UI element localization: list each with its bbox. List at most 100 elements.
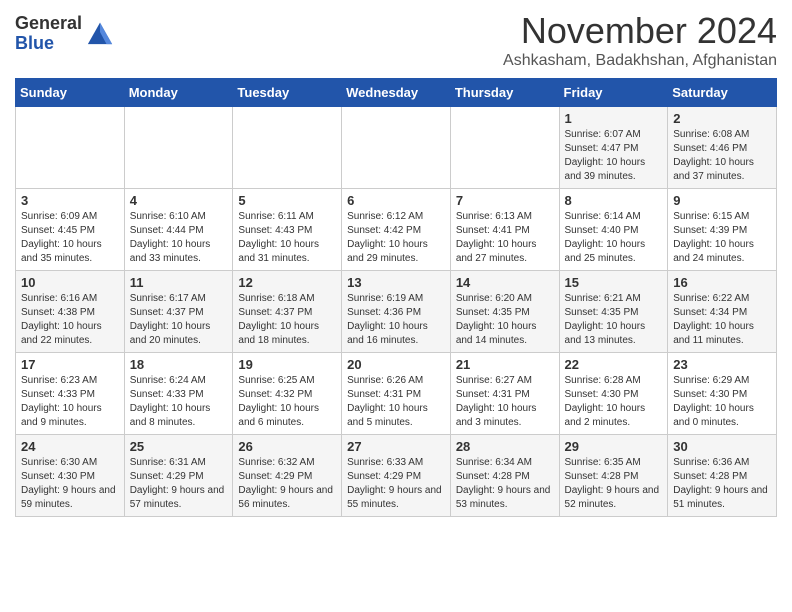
calendar-cell: 24 Sunrise: 6:30 AM Sunset: 4:30 PM Dayli… [16,435,125,517]
calendar-cell: 8 Sunrise: 6:14 AM Sunset: 4:40 PM Daylig… [559,189,668,271]
calendar-cell: 21 Sunrise: 6:27 AM Sunset: 4:31 PM Dayli… [450,353,559,435]
day-number: 8 [565,193,663,208]
day-info: Sunrise: 6:13 AM Sunset: 4:41 PM Dayligh… [456,210,554,266]
day-info: Sunrise: 6:36 AM Sunset: 4:28 PM Dayligh… [673,456,771,512]
day-number: 4 [130,193,228,208]
day-info: Sunrise: 6:24 AM Sunset: 4:33 PM Dayligh… [130,374,228,430]
calendar-cell: 22Sunrise: 6:28 AM Sunset: 4:30 PM Dayli… [559,353,668,435]
calendar-cell [450,107,559,189]
calendar-week-4: 17 Sunrise: 6:23 AM Sunset: 4:33 PM Dayli… [16,353,777,435]
calendar-cell: 9 Sunrise: 6:15 AM Sunset: 4:39 PM Daylig… [668,189,777,271]
day-info: Sunrise: 6:07 AM Sunset: 4:47 PM Dayligh… [565,128,663,184]
calendar-table: SundayMondayTuesdayWednesdayThursdayFrid… [15,78,777,517]
day-number: 29 [565,439,663,454]
day-number: 12 [238,275,336,290]
day-info: Sunrise: 6:15 AM Sunset: 4:39 PM Dayligh… [673,210,771,266]
day-info: Sunrise: 6:14 AM Sunset: 4:40 PM Dayligh… [565,210,663,266]
day-number: 19 [238,357,336,372]
day-info: Sunrise: 6:35 AM Sunset: 4:28 PM Dayligh… [565,456,663,512]
calendar-cell: 11Sunrise: 6:17 AM Sunset: 4:37 PM Dayli… [124,271,233,353]
day-info: Sunrise: 6:28 AM Sunset: 4:30 PM Dayligh… [565,374,663,430]
day-info: Sunrise: 6:29 AM Sunset: 4:30 PM Dayligh… [673,374,771,430]
day-header-sunday: Sunday [16,79,125,107]
day-info: Sunrise: 6:12 AM Sunset: 4:42 PM Dayligh… [347,210,445,266]
calendar-cell [233,107,342,189]
day-number: 11 [130,275,228,290]
day-number: 7 [456,193,554,208]
day-number: 14 [456,275,554,290]
day-number: 25 [130,439,228,454]
month-title: November 2024 [503,10,777,52]
day-number: 20 [347,357,445,372]
day-number: 26 [238,439,336,454]
day-number: 13 [347,275,445,290]
calendar-cell: 30 Sunrise: 6:36 AM Sunset: 4:28 PM Dayli… [668,435,777,517]
title-area: November 2024 Ashkasham, Badakhshan, Afg… [503,10,777,70]
calendar-cell: 29 Sunrise: 6:35 AM Sunset: 4:28 PM Dayli… [559,435,668,517]
day-number: 30 [673,439,771,454]
calendar-week-3: 10Sunrise: 6:16 AM Sunset: 4:38 PM Dayli… [16,271,777,353]
day-header-thursday: Thursday [450,79,559,107]
day-info: Sunrise: 6:19 AM Sunset: 4:36 PM Dayligh… [347,292,445,348]
calendar-cell: 7 Sunrise: 6:13 AM Sunset: 4:41 PM Daylig… [450,189,559,271]
day-info: Sunrise: 6:10 AM Sunset: 4:44 PM Dayligh… [130,210,228,266]
calendar-cell [16,107,125,189]
day-info: Sunrise: 6:31 AM Sunset: 4:29 PM Dayligh… [130,456,228,512]
calendar-cell: 10Sunrise: 6:16 AM Sunset: 4:38 PM Dayli… [16,271,125,353]
day-info: Sunrise: 6:18 AM Sunset: 4:37 PM Dayligh… [238,292,336,348]
day-number: 16 [673,275,771,290]
location-title: Ashkasham, Badakhshan, Afghanistan [503,52,777,70]
day-number: 24 [21,439,119,454]
calendar-cell [124,107,233,189]
calendar-cell: 6Sunrise: 6:12 AM Sunset: 4:42 PM Daylig… [342,189,451,271]
day-number: 2 [673,111,771,126]
day-number: 28 [456,439,554,454]
day-header-tuesday: Tuesday [233,79,342,107]
day-number: 5 [238,193,336,208]
day-number: 9 [673,193,771,208]
day-info: Sunrise: 6:32 AM Sunset: 4:29 PM Dayligh… [238,456,336,512]
day-info: Sunrise: 6:30 AM Sunset: 4:30 PM Dayligh… [21,456,119,512]
logo-general: General [15,14,82,34]
calendar-cell: 13 Sunrise: 6:19 AM Sunset: 4:36 PM Dayli… [342,271,451,353]
calendar-cell: 4 Sunrise: 6:10 AM Sunset: 4:44 PM Daylig… [124,189,233,271]
calendar-cell: 17 Sunrise: 6:23 AM Sunset: 4:33 PM Dayli… [16,353,125,435]
calendar-week-2: 3 Sunrise: 6:09 AM Sunset: 4:45 PM Daylig… [16,189,777,271]
day-info: Sunrise: 6:22 AM Sunset: 4:34 PM Dayligh… [673,292,771,348]
calendar-cell: 12 Sunrise: 6:18 AM Sunset: 4:37 PM Dayli… [233,271,342,353]
day-header-friday: Friday [559,79,668,107]
day-info: Sunrise: 6:20 AM Sunset: 4:35 PM Dayligh… [456,292,554,348]
calendar-cell: 2 Sunrise: 6:08 AM Sunset: 4:46 PM Daylig… [668,107,777,189]
day-info: Sunrise: 6:09 AM Sunset: 4:45 PM Dayligh… [21,210,119,266]
day-info: Sunrise: 6:23 AM Sunset: 4:33 PM Dayligh… [21,374,119,430]
day-info: Sunrise: 6:21 AM Sunset: 4:35 PM Dayligh… [565,292,663,348]
day-number: 1 [565,111,663,126]
day-info: Sunrise: 6:26 AM Sunset: 4:31 PM Dayligh… [347,374,445,430]
calendar-cell: 27 Sunrise: 6:33 AM Sunset: 4:29 PM Dayli… [342,435,451,517]
day-number: 27 [347,439,445,454]
day-number: 17 [21,357,119,372]
calendar-cell: 26 Sunrise: 6:32 AM Sunset: 4:29 PM Dayli… [233,435,342,517]
calendar-cell: 19 Sunrise: 6:25 AM Sunset: 4:32 PM Dayli… [233,353,342,435]
day-info: Sunrise: 6:27 AM Sunset: 4:31 PM Dayligh… [456,374,554,430]
calendar-header-row: SundayMondayTuesdayWednesdayThursdayFrid… [16,79,777,107]
calendar-cell: 20 Sunrise: 6:26 AM Sunset: 4:31 PM Dayli… [342,353,451,435]
calendar-week-1: 1 Sunrise: 6:07 AM Sunset: 4:47 PM Daylig… [16,107,777,189]
day-header-monday: Monday [124,79,233,107]
day-number: 21 [456,357,554,372]
calendar-cell: 1 Sunrise: 6:07 AM Sunset: 4:47 PM Daylig… [559,107,668,189]
day-number: 18 [130,357,228,372]
day-info: Sunrise: 6:25 AM Sunset: 4:32 PM Dayligh… [238,374,336,430]
calendar-cell: 5 Sunrise: 6:11 AM Sunset: 4:43 PM Daylig… [233,189,342,271]
day-number: 15 [565,275,663,290]
day-info: Sunrise: 6:33 AM Sunset: 4:29 PM Dayligh… [347,456,445,512]
day-number: 10 [21,275,119,290]
calendar-cell: 16 Sunrise: 6:22 AM Sunset: 4:34 PM Dayli… [668,271,777,353]
calendar-cell: 3 Sunrise: 6:09 AM Sunset: 4:45 PM Daylig… [16,189,125,271]
day-info: Sunrise: 6:11 AM Sunset: 4:43 PM Dayligh… [238,210,336,266]
day-number: 3 [21,193,119,208]
calendar-cell: 18 Sunrise: 6:24 AM Sunset: 4:33 PM Dayli… [124,353,233,435]
page-header: General Blue November 2024 Ashkasham, Ba… [15,10,777,70]
day-info: Sunrise: 6:08 AM Sunset: 4:46 PM Dayligh… [673,128,771,184]
calendar-cell [342,107,451,189]
